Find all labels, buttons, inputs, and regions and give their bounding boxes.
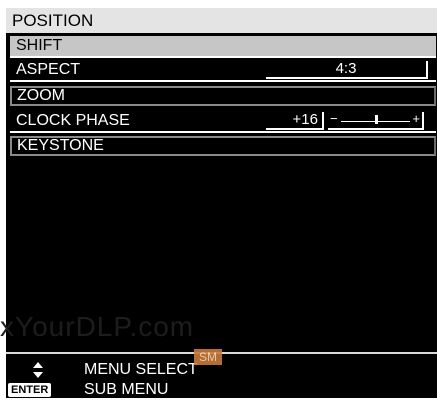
footer-sub-label: SUB MENU: [84, 381, 169, 398]
slider-thumb[interactable]: [374, 115, 378, 124]
clock-phase-value: +16: [266, 112, 324, 130]
menu-item-clock-phase[interactable]: CLOCK PHASE +16 − +: [10, 111, 436, 131]
footer-select-label: MENU SELECT: [84, 361, 198, 378]
watermark: xYourDLP.com: [0, 311, 195, 342]
aspect-value: 4:3: [266, 61, 428, 79]
menu-title: POSITION: [6, 8, 437, 33]
divider: [10, 131, 436, 133]
divider: [10, 56, 436, 58]
menu-item-label: CLOCK PHASE: [16, 112, 130, 129]
enter-icon: ENTER: [8, 383, 52, 397]
sm-badge: SM: [194, 349, 222, 365]
menu-item-label: SHIFT: [16, 37, 63, 54]
footer-sub-menu: ENTER SUB MENU: [6, 380, 437, 400]
menu-item-label: ASPECT: [16, 61, 81, 78]
menu-item-aspect[interactable]: ASPECT 4:3: [10, 60, 436, 80]
divider: [10, 80, 436, 82]
slider-plus: +: [412, 111, 420, 126]
clock-phase-slider[interactable]: − +: [328, 111, 424, 130]
up-down-arrows-icon: [28, 360, 48, 380]
menu-item-keystone[interactable]: KEYSTONE: [10, 136, 436, 156]
osd-menu: POSITION SHIFT ASPECT 4:3 ZOOM CLOCK PHA…: [0, 8, 437, 400]
top-strip: [0, 0, 437, 8]
menu-item-shift[interactable]: SHIFT: [10, 36, 436, 56]
menu-item-label: KEYSTONE: [17, 137, 104, 154]
menu-item-zoom[interactable]: ZOOM: [10, 86, 436, 106]
menu-item-label: ZOOM: [17, 87, 65, 104]
slider-minus: −: [330, 111, 338, 126]
